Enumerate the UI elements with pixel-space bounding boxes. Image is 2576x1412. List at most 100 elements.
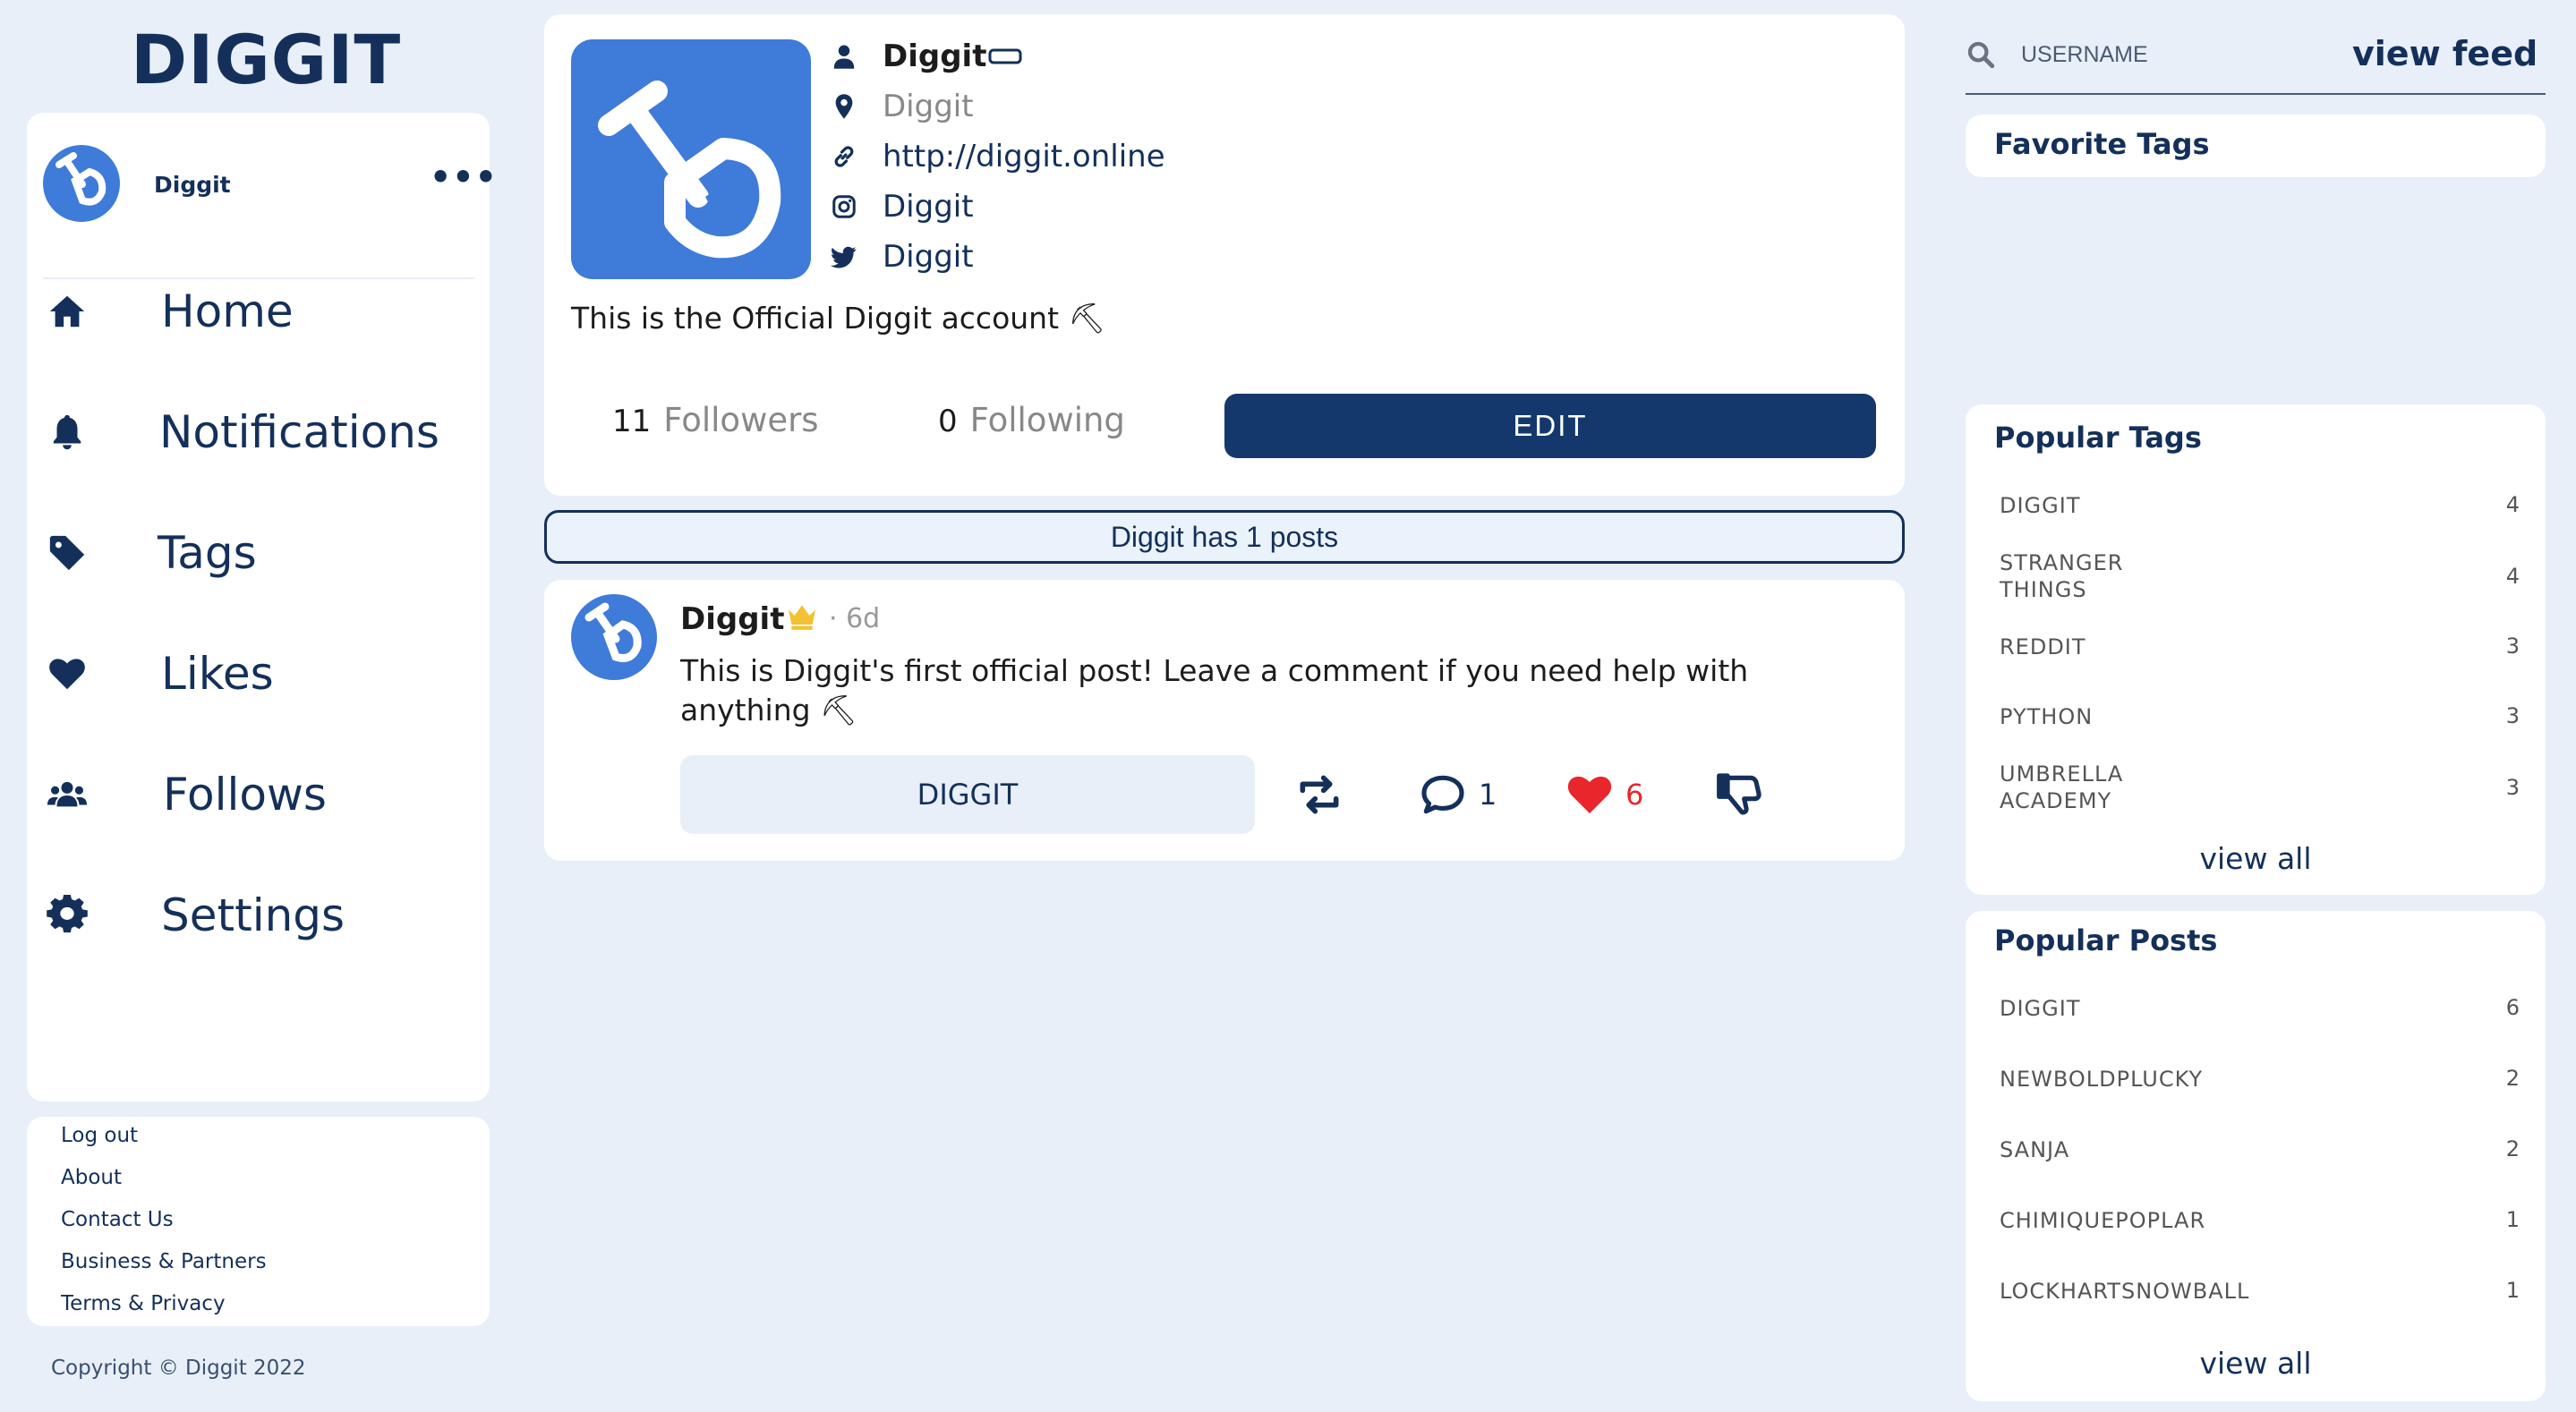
post-user-name: LOCKHARTSNOWBALL: [2000, 1279, 2250, 1304]
instagram-icon: [832, 195, 856, 218]
post-count: 1: [2505, 1207, 2521, 1232]
comment-icon: [1421, 775, 1464, 814]
user-icon: [833, 45, 855, 69]
username-search-input[interactable]: [2021, 36, 2316, 73]
crown-icon: [789, 605, 815, 630]
profile-twitter[interactable]: Diggit: [883, 239, 974, 275]
popular-tags-title: Popular Tags: [1994, 421, 2202, 455]
gear-icon: [47, 895, 88, 933]
post-user-name: SANJA: [2000, 1137, 2070, 1162]
shovel-logo-icon: [598, 81, 781, 259]
home-icon: [49, 295, 85, 327]
dislike-button[interactable]: [1715, 770, 1765, 820]
search-bar: view feed: [1966, 27, 2546, 95]
favorite-tags-card: Favorite Tags: [1966, 115, 2546, 177]
post-tag-button[interactable]: DIGGIT: [680, 755, 1255, 834]
nav-follows[interactable]: Follows: [47, 759, 467, 830]
profile-instagram-row: Diggit: [831, 184, 974, 229]
following-label: Following: [969, 401, 1125, 439]
tag-name: STRANGER THINGS: [2000, 550, 2124, 602]
post-count: 2: [2505, 1136, 2521, 1161]
post-count: 1: [2505, 1278, 2521, 1303]
tag-name: PYTHON: [2000, 704, 2094, 729]
post-user-name: DIGGIT: [2000, 996, 2081, 1021]
popular-posts-title: Popular Posts: [1994, 923, 2218, 957]
shovel-logo-icon: [55, 152, 107, 206]
logout-link[interactable]: Log out: [61, 1124, 138, 1147]
account-name: Diggit: [154, 172, 231, 198]
profile-location-row: Diggit: [831, 84, 974, 129]
profile-instagram[interactable]: Diggit: [883, 189, 974, 225]
footer-links: Log out About Contact Us Business & Part…: [27, 1117, 490, 1326]
nav-label: Follows: [163, 769, 327, 821]
tag-icon: [49, 535, 85, 571]
about-link[interactable]: About: [61, 1166, 122, 1189]
nav-tags[interactable]: Tags: [47, 517, 467, 589]
sidebar: Diggit ••• Home Notifications Tags Likes…: [27, 113, 497, 1102]
followers-stat[interactable]: 11 Followers: [612, 401, 819, 439]
repost-button[interactable]: [1294, 770, 1344, 820]
profile-website-row: http://diggit.online: [831, 134, 1165, 179]
location-pin-icon: [835, 94, 853, 119]
nav-home[interactable]: Home: [47, 276, 467, 347]
users-icon: [47, 781, 88, 807]
comment-button[interactable]: 1: [1418, 770, 1497, 820]
avatar[interactable]: [43, 145, 120, 222]
followers-count: 11: [612, 404, 652, 439]
view-all-posts-link[interactable]: view all: [1966, 1346, 2546, 1381]
profile-name: Diggit: [883, 38, 987, 74]
tag-count: 3: [2505, 775, 2521, 800]
nav-likes[interactable]: Likes: [47, 638, 467, 710]
heart-icon: [49, 659, 85, 690]
nav-settings[interactable]: Settings: [47, 880, 467, 951]
avatar[interactable]: [571, 594, 657, 680]
copyright: Copyright © Diggit 2022: [51, 1357, 306, 1380]
tag-count: 3: [2505, 703, 2521, 728]
tag-name: DIGGIT: [2000, 493, 2081, 518]
edit-profile-button[interactable]: EDIT: [1224, 394, 1876, 458]
like-count: 6: [1625, 778, 1644, 812]
nav-label: Home: [161, 285, 294, 337]
profile-bio: This is the Official Diggit account ⛏: [571, 301, 1106, 336]
post-count: 2: [2505, 1066, 2521, 1091]
profile-card: Diggit Diggit http://diggit.online Diggi…: [544, 14, 1905, 496]
like-button[interactable]: 6: [1565, 770, 1643, 820]
contact-link[interactable]: Contact Us: [61, 1208, 174, 1231]
tag-count: 4: [2505, 564, 2521, 589]
badge-icon: [988, 48, 1022, 64]
nav-label: Settings: [161, 889, 345, 941]
search-icon: [1967, 41, 1995, 69]
post-count: 6: [2505, 995, 2521, 1020]
profile-location: Diggit: [883, 89, 974, 124]
tag-name: REDDIT: [2000, 634, 2086, 659]
app-logo[interactable]: DIGGIT: [131, 20, 401, 99]
profile-website-link[interactable]: http://diggit.online: [883, 139, 1165, 174]
profile-twitter-row: Diggit: [831, 234, 974, 279]
link-icon: [834, 146, 854, 167]
view-all-tags-link[interactable]: view all: [1966, 841, 2546, 876]
following-stat[interactable]: 0 Following: [938, 401, 1125, 439]
tag-name: UMBRELLA ACADEMY: [2000, 761, 2124, 813]
profile-name-row: Diggit: [831, 34, 1022, 79]
nav-label: Notifications: [159, 406, 439, 458]
post-card[interactable]: Diggit · 6d This is Diggit's first offic…: [544, 580, 1905, 861]
nav-notifications[interactable]: Notifications: [47, 396, 467, 468]
favorite-tags-title: Favorite Tags: [1994, 127, 2210, 161]
following-count: 0: [938, 404, 958, 439]
tag-count: 4: [2505, 492, 2521, 517]
terms-link[interactable]: Terms & Privacy: [61, 1292, 226, 1315]
post-author[interactable]: Diggit: [680, 601, 784, 637]
post-body: This is Diggit's first official post! Le…: [680, 653, 1749, 727]
profile-avatar[interactable]: [571, 39, 811, 279]
heart-icon: [1567, 776, 1612, 813]
business-link[interactable]: Business & Partners: [61, 1250, 267, 1273]
thumbs-down-icon: [1717, 773, 1761, 815]
tag-count: 3: [2505, 634, 2521, 659]
post-user-name: CHIMIQUEPOPLAR: [2000, 1208, 2206, 1233]
bell-icon: [53, 414, 81, 450]
repost-icon: [1300, 775, 1339, 814]
more-options-icon[interactable]: •••: [430, 157, 498, 197]
view-feed-link[interactable]: view feed: [2352, 34, 2538, 73]
comment-count: 1: [1479, 778, 1497, 812]
post-user-name: NEWBOLDPLUCKY: [2000, 1067, 2204, 1092]
